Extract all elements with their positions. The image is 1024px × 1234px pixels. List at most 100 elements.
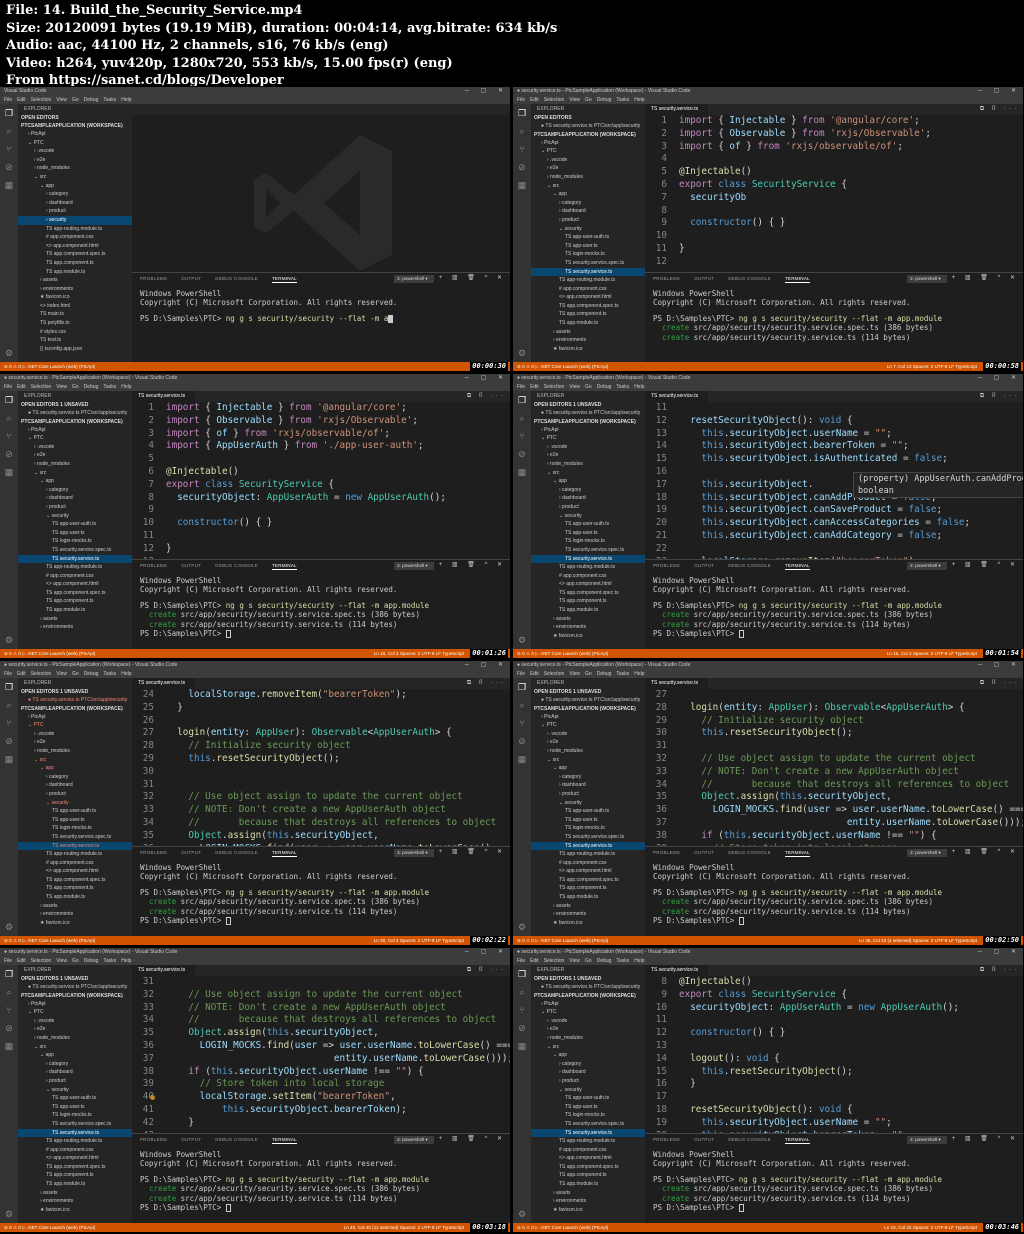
file-tree-item[interactable]: › dashboard (18, 781, 132, 790)
file-tree-item[interactable]: › PtcApi (18, 1000, 132, 1009)
menu-item-go[interactable]: Go (72, 384, 79, 390)
file-tree-item[interactable]: TS app-user-auth.ts (18, 520, 132, 529)
file-tree-item[interactable]: TS app-user.ts (18, 816, 132, 825)
file-tree-item[interactable]: › environments (531, 336, 645, 345)
panel-tab-problems[interactable]: PROBLEMS (140, 850, 167, 855)
file-tree-item[interactable]: ★ favicon.ico (18, 293, 132, 302)
file-tree-item[interactable]: ● TS security.service.ts PTC\src\app\sec… (18, 696, 132, 705)
section-header[interactable]: OPEN EDITORS 1 UNSAVED (531, 401, 645, 409)
editor-tab-security-service[interactable]: TS security.service.ts (645, 104, 709, 115)
menu-item-edit[interactable]: Edit (530, 671, 539, 677)
status-left[interactable]: ⊘ 0 ⚠ 0 ▷ .NET Core Launch (web) (PtcApi… (517, 651, 608, 656)
editor-actions[interactable]: ⧉ ▯ ··· (467, 965, 506, 976)
file-tree-item[interactable]: TS app-user.ts (531, 816, 645, 825)
file-tree-item[interactable]: <> app.component.html (18, 242, 132, 251)
gear-icon[interactable]: ⚙ (517, 1209, 527, 1219)
panel-tab-output[interactable]: OUTPUT (694, 563, 714, 568)
file-tree-item[interactable]: # styles.css (18, 328, 132, 337)
file-tree-item[interactable]: TS app-routing.module.ts (18, 225, 132, 234)
file-tree-item[interactable]: # app.component.css (531, 859, 645, 868)
file-tree-item[interactable]: ● TS security.service.ts PTC\src\app\sec… (531, 983, 645, 992)
file-tree-item[interactable]: › assets (531, 328, 645, 337)
file-tree-item[interactable]: TS app.module.ts (18, 268, 132, 277)
panel-tab-terminal[interactable]: TERMINAL (271, 563, 297, 570)
file-tree-item[interactable]: ⌄ security (531, 512, 645, 521)
file-tree-item[interactable]: › node_modules (18, 747, 132, 756)
file-tree-item[interactable]: › assets (18, 276, 132, 285)
panel-tab-debug-console[interactable]: DEBUG CONSOLE (215, 563, 258, 568)
panel-actions[interactable]: + ▥ 🗑 ^ ✕ (439, 274, 506, 281)
panel-tab-terminal[interactable]: TERMINAL (784, 563, 810, 570)
gear-icon[interactable]: ⚙ (517, 635, 527, 645)
panel-actions[interactable]: + ▥ 🗑 ^ ✕ (439, 561, 506, 568)
terminal-output[interactable]: Windows PowerShell Copyright (C) Microsof… (140, 1150, 506, 1212)
file-tree-item[interactable]: ⌄ security (18, 1086, 132, 1095)
file-tree-item[interactable]: TS app-user-auth.ts (531, 233, 645, 242)
file-tree-item[interactable]: TS app-user.ts (531, 1103, 645, 1112)
debug-icon[interactable]: ⊘ (517, 449, 527, 459)
menu-item-go[interactable]: Go (585, 958, 592, 964)
file-tree-item[interactable]: › product (531, 1077, 645, 1086)
terminal-select[interactable]: 3: powershell ▾ (394, 1136, 434, 1144)
terminal-output[interactable]: Windows PowerShell Copyright (C) Microsof… (140, 289, 506, 323)
file-tree-item[interactable]: TS app.component.ts (531, 597, 645, 606)
menu-item-view[interactable]: View (569, 958, 580, 964)
file-tree-item[interactable]: # app.component.css (18, 572, 132, 581)
file-tree-item[interactable]: TS app.component.ts (18, 1171, 132, 1180)
terminal-select[interactable]: 3: powershell ▾ (907, 562, 947, 570)
file-tree-item[interactable]: TS app.component.ts (531, 1171, 645, 1180)
status-right[interactable]: Ln 30, Col 3 Spaces: 2 UTF-8 LF TypeScri… (374, 936, 464, 945)
file-tree-item[interactable]: ⌄ src (531, 756, 645, 765)
file-tree-item[interactable]: › PtcApi (18, 130, 132, 139)
file-tree-item[interactable]: TS app-user.ts (531, 529, 645, 538)
window-controls[interactable]: ─ ▢ ✕ (465, 948, 508, 957)
source-control-icon[interactable]: ⑂ (517, 718, 527, 728)
file-tree-item[interactable]: TS security.service.spec.ts (531, 259, 645, 268)
file-tree-item[interactable]: › category (531, 773, 645, 782)
panel-tab-terminal[interactable]: TERMINAL (784, 850, 810, 857)
menu-item-tasks[interactable]: Tasks (616, 671, 629, 677)
menu-item-tasks[interactable]: Tasks (103, 384, 116, 390)
menu-item-file[interactable]: File (517, 671, 525, 677)
file-tree-item[interactable]: TS app.module.ts (531, 893, 645, 902)
file-tree-item[interactable]: <> app.component.html (531, 580, 645, 589)
panel-tab-problems[interactable]: PROBLEMS (140, 276, 167, 281)
terminal-select[interactable]: 3: powershell ▾ (907, 275, 947, 283)
section-header[interactable]: PTCSAMPLEAPPLICATION (WORKSPACE) (531, 418, 645, 426)
source-control-icon[interactable]: ⑂ (517, 431, 527, 441)
file-tree-item[interactable]: <> app.component.html (18, 1154, 132, 1163)
explorer-icon[interactable]: ❐ (517, 108, 527, 118)
file-tree-item[interactable]: › assets (531, 615, 645, 624)
menu-item-file[interactable]: File (4, 384, 12, 390)
menu-item-file[interactable]: File (517, 384, 525, 390)
terminal-output[interactable]: Windows PowerShell Copyright (C) Microsof… (140, 576, 506, 638)
gear-icon[interactable]: ⚙ (4, 348, 14, 358)
panel-tab-problems[interactable]: PROBLEMS (140, 563, 167, 568)
file-tree-item[interactable]: TS login-mocks.ts (531, 250, 645, 259)
file-tree-item[interactable]: TS app.component.ts (18, 259, 132, 268)
panel-tab-debug-console[interactable]: DEBUG CONSOLE (728, 1137, 771, 1142)
status-left[interactable]: ⊘ 0 ⚠ 0 ▷ .NET Core Launch (web) (PtcApi… (4, 938, 95, 943)
menu-item-debug[interactable]: Debug (597, 671, 612, 677)
menu-item-selection[interactable]: Selection (31, 97, 52, 103)
file-tree-item[interactable]: TS app.component.spec.ts (18, 250, 132, 259)
file-tree-item[interactable]: # app.component.css (531, 1146, 645, 1155)
source-control-icon[interactable]: ⑂ (517, 1005, 527, 1015)
menu-item-help[interactable]: Help (121, 958, 131, 964)
file-tree-item[interactable]: TS app.module.ts (531, 1180, 645, 1189)
extensions-icon[interactable]: ▦ (4, 1041, 14, 1051)
file-tree-item[interactable]: › PtcApi (531, 139, 645, 148)
file-tree-item[interactable]: ⌄ src (18, 469, 132, 478)
terminal-output[interactable]: Windows PowerShell Copyright (C) Microsof… (653, 289, 1019, 342)
file-tree-item[interactable]: TS app.component.ts (18, 884, 132, 893)
debug-icon[interactable]: ⊘ (4, 162, 14, 172)
file-tree-item[interactable]: TS app-routing.module.ts (531, 563, 645, 572)
editor-actions[interactable]: ⧉ ▯ ··· (980, 104, 1019, 115)
file-tree-item[interactable]: › e2e (18, 1025, 132, 1034)
file-tree-item[interactable]: › .vscode (18, 1017, 132, 1026)
file-tree-item[interactable]: ⌄ src (18, 1043, 132, 1052)
file-tree-item[interactable]: ⌄ security (18, 799, 132, 808)
file-tree-item[interactable]: # app.component.css (18, 859, 132, 868)
file-tree-item[interactable]: TS app-routing.module.ts (18, 850, 132, 859)
file-tree-item[interactable]: ★ favicon.ico (531, 632, 645, 641)
